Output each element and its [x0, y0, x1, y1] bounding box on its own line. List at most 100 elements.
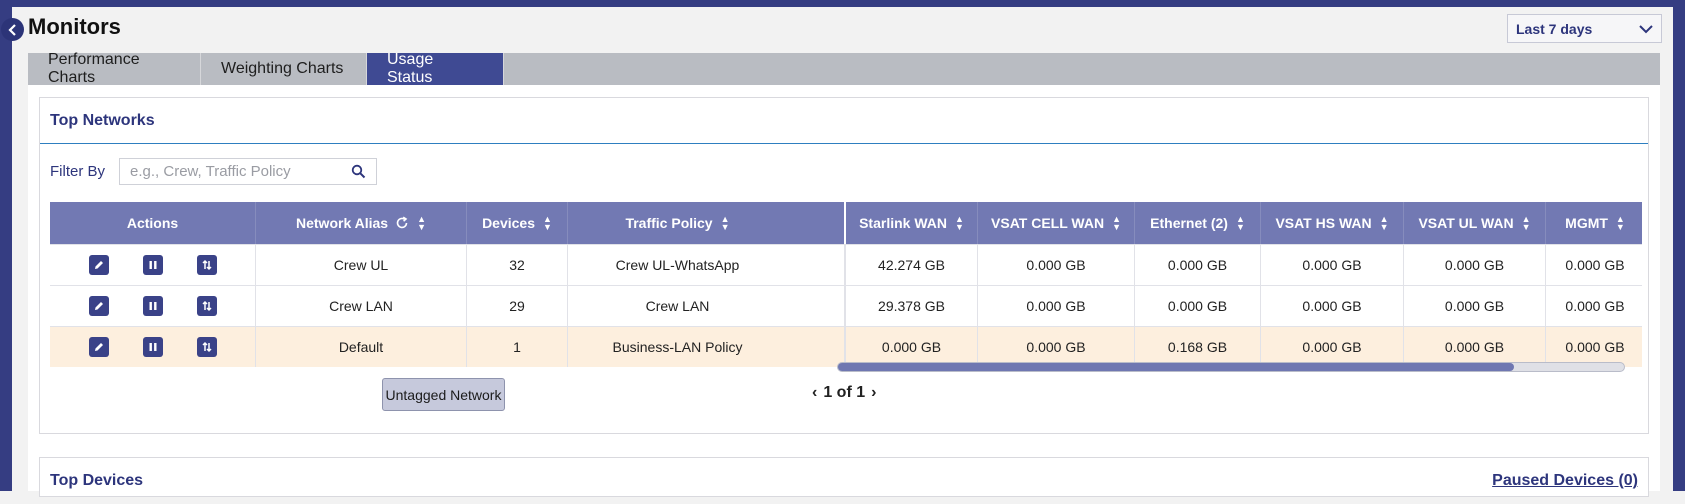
date-range-select[interactable]: Last 7 days	[1507, 14, 1662, 43]
horizontal-scrollbar[interactable]	[837, 362, 1625, 372]
column-header-ethernet[interactable]: Ethernet (2) ▲ ▼	[1135, 202, 1261, 244]
cell-network-alias: Crew LAN	[256, 286, 467, 326]
column-header-traffic-policy-label: Traffic Policy	[625, 215, 713, 231]
swap-button[interactable]	[196, 296, 217, 316]
untagged-network-button[interactable]: Untagged Network	[382, 378, 505, 411]
pause-icon	[149, 261, 156, 269]
top-devices-title: Top Devices	[50, 472, 144, 489]
swap-button[interactable]	[196, 337, 217, 357]
cell-vsat-cell-wan: 0.000 GB	[978, 286, 1135, 326]
sort-icon[interactable]: ▲ ▼	[1236, 215, 1245, 232]
column-header-starlink-wan-label: Starlink WAN	[859, 215, 947, 231]
sort-icon[interactable]: ▲ ▼	[721, 215, 730, 232]
filter-placeholder: e.g., Crew, Traffic Policy	[130, 163, 291, 180]
cell-vsat-ul-wan: 0.000 GB	[1404, 286, 1546, 326]
cell-devices: 29	[467, 286, 568, 326]
table-header-row: Starlink WAN ▲ ▼ VSAT CELL WAN ▲ ▼ Etherne…	[844, 202, 1642, 245]
refresh-icon[interactable]	[395, 216, 409, 230]
column-header-network-alias[interactable]: Network Alias ▲ ▼	[256, 202, 467, 244]
date-range-value: Last 7 days	[1516, 20, 1593, 37]
search-icon[interactable]	[351, 164, 366, 179]
cell-vsat-hs-wan: 0.000 GB	[1261, 327, 1404, 367]
filter-row: Filter By e.g., Crew, Traffic Policy	[50, 158, 378, 185]
chevron-left-icon	[7, 23, 16, 36]
cell-vsat-hs-wan: 0.000 GB	[1261, 286, 1404, 326]
next-page-button[interactable]: ›	[871, 384, 876, 402]
networks-table-fixed: Actions Network Alias ▲ ▼ Devices ▲ ▼ Traf…	[50, 202, 844, 367]
cell-mgmt: 0.000 GB	[1565, 339, 1625, 355]
tab-weighting-charts[interactable]: Weighting Charts	[201, 53, 367, 85]
top-accent-bar	[0, 0, 1685, 7]
top-devices-panel: Top Devices Paused Devices (0)	[39, 457, 1649, 497]
left-sidebar-rail	[0, 0, 12, 491]
cell-starlink-wan: 29.378 GB	[844, 286, 978, 326]
table-row[interactable]: 0.000 GB 0.000 GB 0.168 GB 0.000 GB 0.00…	[844, 327, 1642, 367]
cell-ethernet: 0.000 GB	[1135, 286, 1261, 326]
sort-icon[interactable]: ▲ ▼	[417, 215, 426, 232]
pagination: ‹ 1 of 1 ›	[806, 384, 882, 402]
pencil-icon	[94, 302, 103, 310]
column-header-vsat-cell-wan[interactable]: VSAT CELL WAN ▲ ▼	[978, 202, 1135, 244]
pause-button[interactable]	[142, 337, 163, 357]
cell-traffic-policy: Business-LAN Policy	[612, 339, 743, 355]
column-header-vsat-ul-wan[interactable]: VSAT UL WAN ▲ ▼	[1404, 202, 1546, 244]
column-header-devices[interactable]: Devices ▲ ▼	[467, 202, 568, 244]
column-header-mgmt-label: MGMT	[1565, 215, 1608, 231]
cell-network-alias: Default	[256, 327, 467, 367]
cell-mgmt: 0.000 GB	[1565, 298, 1625, 314]
cell-ethernet: 0.000 GB	[1135, 245, 1261, 285]
monitor-tabs: Performance Charts Weighting Charts Usag…	[28, 51, 1660, 86]
column-header-vsat-ul-wan-label: VSAT UL WAN	[1418, 215, 1514, 231]
sort-icon[interactable]: ▲ ▼	[543, 215, 552, 232]
usage-status-content: Top Networks Filter By e.g., Crew, Traff…	[28, 85, 1660, 497]
swap-vertical-icon	[201, 259, 212, 271]
paused-devices-link[interactable]: Paused Devices (0)	[1492, 472, 1638, 490]
table-row[interactable]: Crew LAN 29 Crew LAN	[50, 286, 844, 327]
swap-button[interactable]	[196, 255, 217, 275]
cell-starlink-wan: 0.000 GB	[844, 327, 978, 367]
cell-starlink-wan: 42.274 GB	[844, 245, 978, 285]
column-header-traffic-policy[interactable]: Traffic Policy ▲ ▼	[568, 202, 787, 244]
pause-button[interactable]	[142, 296, 163, 316]
cell-mgmt: 0.000 GB	[1565, 257, 1625, 273]
sort-icon[interactable]: ▲ ▼	[1112, 215, 1121, 232]
table-row[interactable]: Crew UL 32 Crew UL-WhatsApp	[50, 245, 844, 286]
cell-vsat-hs-wan: 0.000 GB	[1261, 245, 1404, 285]
cell-traffic-policy: Crew UL-WhatsApp	[615, 257, 740, 273]
tab-usage-status[interactable]: Usage Status	[367, 51, 504, 86]
tab-performance-charts[interactable]: Performance Charts	[28, 51, 201, 86]
row-actions	[50, 245, 256, 285]
filter-input[interactable]: e.g., Crew, Traffic Policy	[119, 158, 378, 185]
sort-icon[interactable]: ▲ ▼	[1522, 215, 1531, 232]
cell-ethernet: 0.168 GB	[1135, 327, 1261, 367]
back-button[interactable]	[1, 18, 24, 41]
row-actions	[50, 286, 256, 326]
pencil-icon	[94, 343, 103, 351]
table-row[interactable]: 29.378 GB 0.000 GB 0.000 GB 0.000 GB 0.0…	[844, 286, 1642, 327]
table-row[interactable]: Default 1 Business-LAN Policy	[50, 327, 844, 367]
pencil-icon	[94, 261, 103, 269]
cell-traffic-policy: Crew LAN	[645, 298, 710, 314]
column-header-vsat-hs-wan[interactable]: VSAT HS WAN ▲ ▼	[1261, 202, 1404, 244]
sort-icon[interactable]: ▲ ▼	[1380, 215, 1389, 232]
sort-icon[interactable]: ▲ ▼	[955, 215, 964, 232]
column-header-devices-label: Devices	[482, 215, 535, 231]
table-row[interactable]: 42.274 GB 0.000 GB 0.000 GB 0.000 GB 0.0…	[844, 245, 1642, 286]
prev-page-button[interactable]: ‹	[812, 384, 817, 402]
pause-button[interactable]	[142, 255, 163, 275]
right-sidebar-rail	[1673, 0, 1685, 491]
sort-icon[interactable]: ▲ ▼	[1616, 215, 1625, 232]
chevron-down-icon	[1639, 24, 1653, 33]
edit-button[interactable]	[88, 337, 109, 357]
page-indicator: 1 of 1	[823, 384, 866, 401]
networks-table-scrollable[interactable]: Starlink WAN ▲ ▼ VSAT CELL WAN ▲ ▼ Etherne…	[844, 202, 1642, 367]
column-header-mgmt[interactable]: MGMT ▲ ▼	[1546, 202, 1642, 244]
pause-icon	[149, 343, 156, 351]
cell-vsat-ul-wan: 0.000 GB	[1404, 245, 1546, 285]
column-header-vsat-cell-wan-label: VSAT CELL WAN	[991, 215, 1105, 231]
scrollbar-thumb[interactable]	[838, 363, 1514, 371]
edit-button[interactable]	[88, 296, 109, 316]
edit-button[interactable]	[88, 255, 109, 275]
row-actions	[50, 327, 256, 367]
column-header-starlink-wan[interactable]: Starlink WAN ▲ ▼	[844, 202, 978, 244]
